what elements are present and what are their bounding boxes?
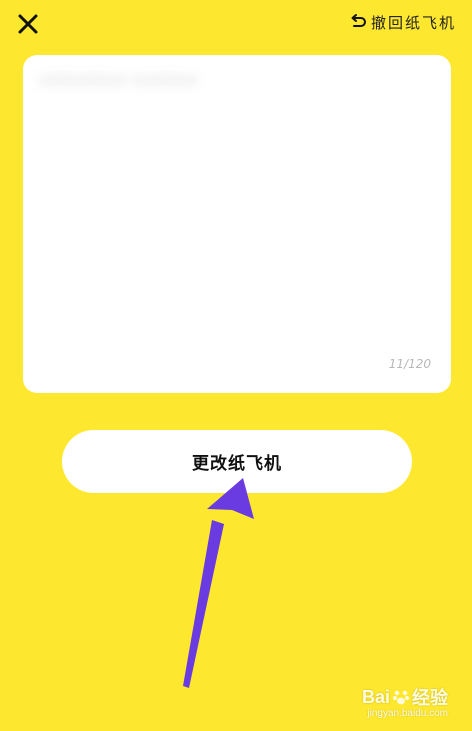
close-button[interactable] [14,10,42,38]
top-bar: 撤回纸飞机 [0,0,472,50]
watermark: Bai 经验 jingyan.baidu.com [361,684,448,720]
message-card[interactable]: XXXXXXXX XXXXXX 11/120 [23,55,451,393]
undo-paper-plane-button[interactable]: 撤回纸飞机 [349,10,456,34]
character-counter: 11/120 [388,357,431,371]
blurred-message-text: XXXXXXXX XXXXXX [39,71,198,90]
undo-icon [351,14,366,27]
change-paper-plane-button[interactable]: 更改纸飞机 [62,430,412,493]
close-icon [18,14,38,34]
arrow-shaft [183,520,224,688]
paw-icon [393,690,409,705]
baidu-logo: Bai 经验 [361,686,448,709]
watermark-url: jingyan.baidu.com [367,708,448,719]
undo-label: 撤回纸飞机 [370,13,456,32]
